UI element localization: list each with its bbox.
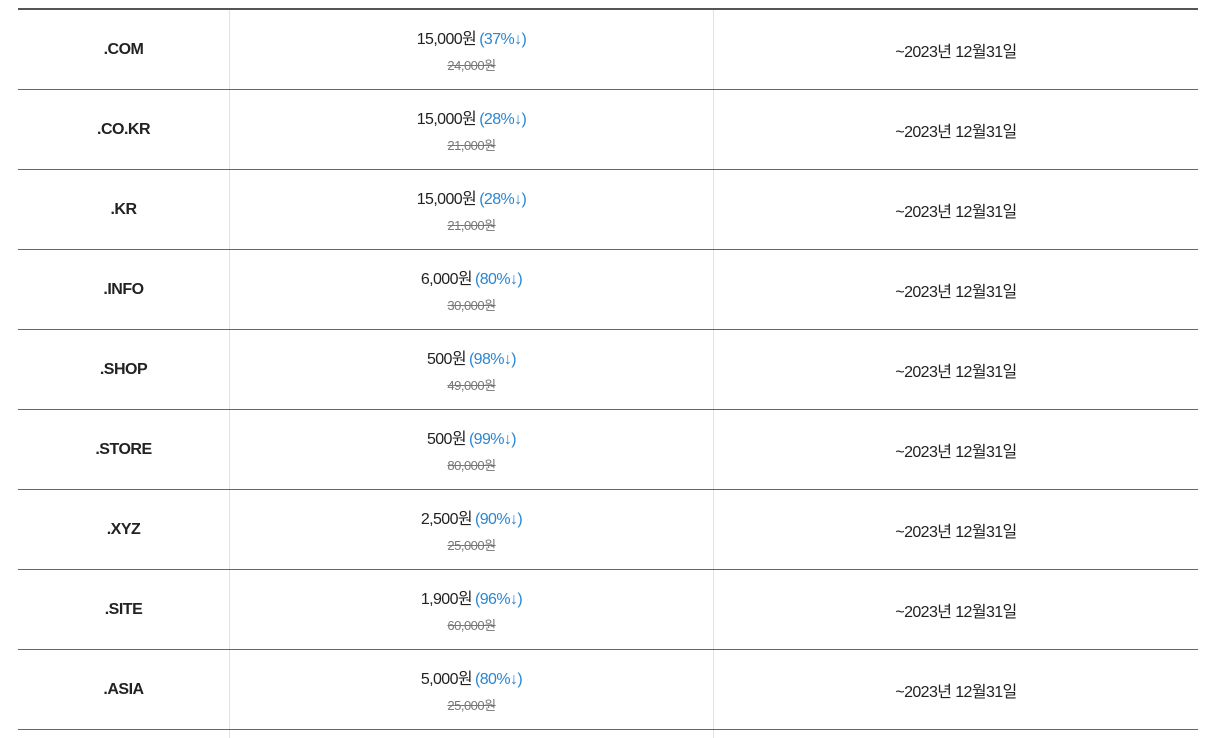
domain-cell: .COM — [18, 10, 230, 89]
original-price: 30,000원 — [447, 298, 496, 313]
discount-rate: (90%↓) — [475, 511, 523, 528]
period-cell: ~2023년 12월31일 — [714, 570, 1198, 649]
domain-name: .CO.KR — [97, 120, 151, 138]
sale-price: 15,000원 — [416, 111, 477, 128]
price-cell: 15,000원 (28%↓) 21,000원 — [230, 90, 714, 169]
period-cell: ~2023년 12월31일 — [714, 250, 1198, 329]
domain-name: .KR — [110, 200, 137, 218]
original-price: 49,000원 — [447, 378, 496, 393]
discount-rate: (99%↓) — [468, 431, 517, 448]
period-cell: ~2023년 12월31일 — [714, 410, 1198, 489]
domain-cell: .ASIA — [18, 650, 230, 729]
sale-price: 5,000원 — [420, 671, 473, 688]
sale-price-line: 2,500원 (90%↓) — [420, 505, 523, 529]
table-row: .SITE 1,900원 (96%↓) 60,000원 ~2023년 12월31일 — [18, 570, 1198, 650]
domain-cell — [18, 730, 230, 738]
domain-cell: .CO.KR — [18, 90, 230, 169]
price-cell: 500원 (98%↓) 49,000원 — [230, 330, 714, 409]
sale-price: 15,000원 — [416, 31, 477, 48]
domain-name: .XYZ — [106, 520, 141, 538]
discount-rate: (28%↓) — [479, 111, 527, 128]
domain-cell: .SITE — [18, 570, 230, 649]
original-price: 21,000원 — [447, 218, 496, 233]
table-row: .XYZ 2,500원 (90%↓) 25,000원 ~2023년 12월31일 — [18, 490, 1198, 570]
promotion-period: ~2023년 12월31일 — [895, 363, 1017, 381]
table-row-partial — [18, 730, 1198, 738]
price-cell: 15,000원 (37%↓) 24,000원 — [230, 10, 714, 89]
discount-rate: (37%↓) — [479, 31, 527, 48]
period-cell: ~2023년 12월31일 — [714, 330, 1198, 409]
table-row: .ASIA 5,000원 (80%↓) 25,000원 ~2023년 12월31일 — [18, 650, 1198, 730]
domain-name: .SHOP — [99, 360, 148, 378]
price-cell: 1,900원 (96%↓) 60,000원 — [230, 570, 714, 649]
sale-price: 6,000원 — [420, 271, 473, 288]
price-cell — [230, 730, 714, 738]
promotion-period: ~2023년 12월31일 — [895, 123, 1017, 141]
domain-cell: .SHOP — [18, 330, 230, 409]
promotion-period: ~2023년 12월31일 — [895, 603, 1017, 621]
domain-name: .INFO — [103, 280, 144, 298]
original-price: 80,000원 — [447, 458, 496, 473]
domain-cell: .KR — [18, 170, 230, 249]
domain-name: .SITE — [104, 600, 143, 618]
domain-price-table: .COM 15,000원 (37%↓) 24,000원 ~2023년 12월31일… — [18, 8, 1198, 738]
price-cell: 6,000원 (80%↓) 30,000원 — [230, 250, 714, 329]
sale-price-line: 15,000원 (28%↓) — [417, 185, 527, 209]
sale-price-line: 500원 (98%↓) — [426, 345, 517, 369]
price-cell: 500원 (99%↓) 80,000원 — [230, 410, 714, 489]
discount-rate: (80%↓) — [475, 671, 523, 688]
domain-name: .STORE — [95, 440, 152, 458]
domain-cell: .STORE — [18, 410, 230, 489]
table-row: .KR 15,000원 (28%↓) 21,000원 ~2023년 12월31일 — [18, 170, 1198, 250]
period-cell: ~2023년 12월31일 — [714, 90, 1198, 169]
sale-price: 500원 — [426, 351, 467, 368]
original-price: 24,000원 — [447, 58, 496, 73]
price-cell: 5,000원 (80%↓) 25,000원 — [230, 650, 714, 729]
domain-cell: .INFO — [18, 250, 230, 329]
sale-price: 1,900원 — [420, 591, 473, 608]
period-cell: ~2023년 12월31일 — [714, 170, 1198, 249]
sale-price-line: 15,000원 (37%↓) — [417, 25, 527, 49]
promotion-period: ~2023년 12월31일 — [895, 43, 1017, 61]
table-row: .INFO 6,000원 (80%↓) 30,000원 ~2023년 12월31일 — [18, 250, 1198, 330]
table-row: .CO.KR 15,000원 (28%↓) 21,000원 ~2023년 12월3… — [18, 90, 1198, 170]
sale-price-line: 15,000원 (28%↓) — [417, 105, 527, 129]
period-cell: ~2023년 12월31일 — [714, 650, 1198, 729]
sale-price-line: 5,000원 (80%↓) — [420, 665, 523, 689]
discount-rate: (28%↓) — [479, 191, 527, 208]
domain-name: .COM — [103, 40, 144, 58]
domain-name: .ASIA — [103, 680, 144, 698]
sale-price: 15,000원 — [416, 191, 477, 208]
sale-price: 500원 — [426, 431, 467, 448]
promotion-period: ~2023년 12월31일 — [895, 683, 1017, 701]
promotion-period: ~2023년 12월31일 — [895, 443, 1017, 461]
original-price: 25,000원 — [447, 538, 496, 553]
discount-rate: (98%↓) — [468, 351, 517, 368]
original-price: 25,000원 — [447, 698, 496, 713]
original-price: 60,000원 — [447, 618, 496, 633]
promotion-period: ~2023년 12월31일 — [895, 283, 1017, 301]
period-cell — [714, 730, 1198, 738]
price-cell: 15,000원 (28%↓) 21,000원 — [230, 170, 714, 249]
domain-cell: .XYZ — [18, 490, 230, 569]
table-row: .STORE 500원 (99%↓) 80,000원 ~2023년 12월31일 — [18, 410, 1198, 490]
discount-rate: (80%↓) — [475, 271, 523, 288]
sale-price-line: 6,000원 (80%↓) — [420, 265, 523, 289]
sale-price-line: 500원 (99%↓) — [426, 425, 517, 449]
discount-rate: (96%↓) — [475, 591, 523, 608]
period-cell: ~2023년 12월31일 — [714, 490, 1198, 569]
original-price: 21,000원 — [447, 138, 496, 153]
price-cell: 2,500원 (90%↓) 25,000원 — [230, 490, 714, 569]
promotion-period: ~2023년 12월31일 — [895, 203, 1017, 221]
promotion-period: ~2023년 12월31일 — [895, 523, 1017, 541]
sale-price-line: 1,900원 (96%↓) — [420, 585, 523, 609]
table-row: .COM 15,000원 (37%↓) 24,000원 ~2023년 12월31일 — [18, 10, 1198, 90]
sale-price: 2,500원 — [420, 511, 473, 528]
table-row: .SHOP 500원 (98%↓) 49,000원 ~2023년 12월31일 — [18, 330, 1198, 410]
period-cell: ~2023년 12월31일 — [714, 10, 1198, 89]
